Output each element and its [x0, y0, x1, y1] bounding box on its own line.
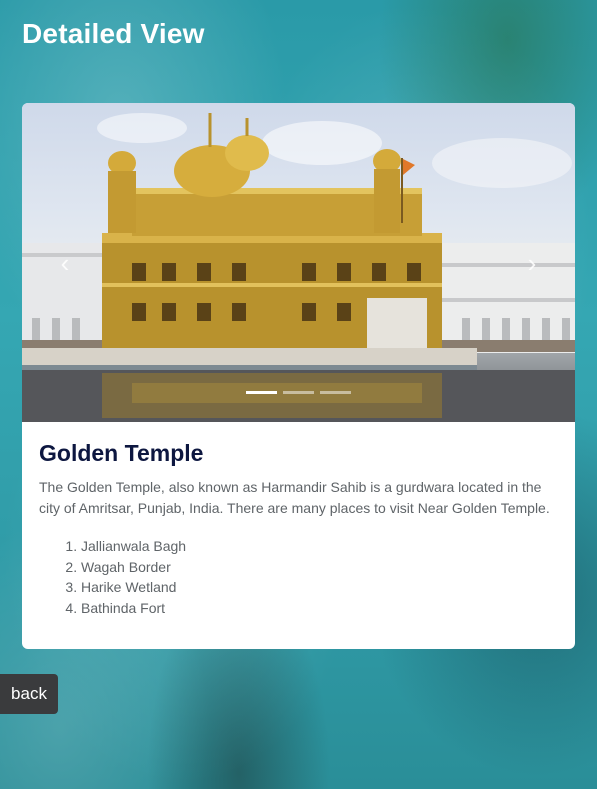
back-button[interactable]: back — [0, 674, 58, 714]
carousel-next-button[interactable]: › — [521, 248, 543, 278]
carousel-prev-button[interactable]: ‹ — [54, 248, 76, 278]
place-title: Golden Temple — [39, 440, 204, 466]
image-carousel[interactable]: ‹ › — [22, 103, 575, 422]
list-item: Bathinda Fort — [81, 598, 558, 619]
carousel-indicator-1[interactable] — [246, 391, 277, 394]
place-description: The Golden Temple, also known as Harmand… — [39, 479, 550, 516]
page-title: Detailed View — [22, 18, 205, 49]
list-item: Jallianwala Bagh — [81, 536, 558, 557]
nearby-places-list: Jallianwala Bagh Wagah Border Harike Wet… — [39, 536, 558, 618]
golden-temple-image — [22, 113, 575, 422]
carousel-indicator-3[interactable] — [320, 391, 351, 394]
list-item: Harike Wetland — [81, 577, 558, 598]
card-body: Golden Temple The Golden Temple, also kn… — [22, 422, 575, 618]
carousel-indicators — [22, 391, 575, 394]
list-item: Wagah Border — [81, 557, 558, 578]
carousel-indicator-2[interactable] — [283, 391, 314, 394]
detail-card: ‹ › Golden Temple The Golden Temple, als… — [22, 103, 575, 649]
